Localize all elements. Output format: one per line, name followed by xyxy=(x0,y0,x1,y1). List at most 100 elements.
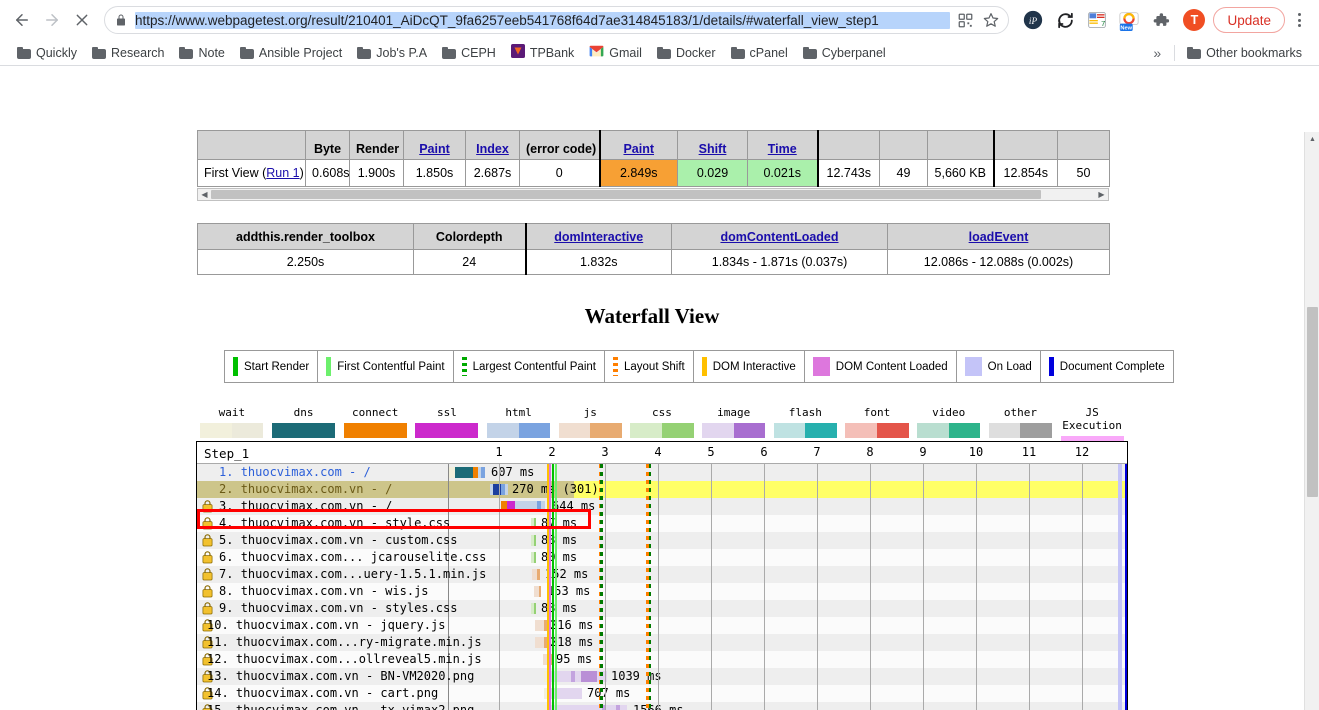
refresh-extension-icon[interactable] xyxy=(1051,6,1079,34)
waterfall-row-9[interactable]: 9. thuocvimax.com.vn - styles.css 83 ms xyxy=(197,600,1127,617)
request-bar[interactable] xyxy=(531,535,536,546)
request-label[interactable]: 11. thuocvimax.com...ry-migrate.min.js xyxy=(197,634,482,651)
request-bar[interactable] xyxy=(531,552,536,563)
legend-item-largest-contentful-paint[interactable]: Largest Contentful Paint xyxy=(454,351,605,382)
request-duration: 607 ms xyxy=(491,465,535,479)
request-bar[interactable] xyxy=(534,586,541,597)
stop-x-icon[interactable] xyxy=(68,6,96,34)
qr-code-icon[interactable] xyxy=(954,9,976,31)
forward-arrow-icon[interactable] xyxy=(38,6,66,34)
scroll-left-arrow-icon[interactable]: ◀ xyxy=(198,190,211,199)
request-bar[interactable] xyxy=(531,518,536,529)
bookmark-ceph[interactable]: CEPH xyxy=(435,44,503,62)
waterfall-row-5[interactable]: 5. thuocvimax.com.vn - custom.css 83 ms xyxy=(197,532,1127,549)
events-header-link[interactable]: domInteractive xyxy=(554,230,643,244)
metrics-table-horizontal-scrollbar[interactable]: ◀ ▶ xyxy=(197,188,1109,201)
three-dot-menu-icon[interactable] xyxy=(1287,6,1311,34)
update-button[interactable]: Update xyxy=(1213,7,1285,33)
request-bar[interactable] xyxy=(449,467,485,478)
events-header-link[interactable]: loadEvent xyxy=(969,230,1029,244)
address-bar[interactable]: https://www.webpagetest.org/result/21040… xyxy=(104,6,1010,34)
request-label[interactable]: 1. thuocvimax.com - / xyxy=(197,464,449,481)
metrics-header-cell-tbt[interactable]: Time xyxy=(747,130,818,160)
metrics-header-link[interactable]: Index xyxy=(476,142,509,156)
bookmark-tpbank[interactable]: TPBank xyxy=(504,42,581,63)
request-label[interactable]: 3. thuocvimax.com.vn - / xyxy=(197,498,449,515)
request-label[interactable]: 9. thuocvimax.com.vn - styles.css xyxy=(197,600,457,617)
request-bar[interactable] xyxy=(501,501,545,512)
waterfall-row-10[interactable]: 10. thuocvimax.com.vn - jquery.js 216 ms xyxy=(197,617,1127,634)
bookmark-quickly[interactable]: Quickly xyxy=(10,44,84,62)
events-header-cell-loadevent[interactable]: loadEvent xyxy=(887,223,1110,250)
metrics-header-link[interactable]: Paint xyxy=(419,142,450,156)
waterfall-row-12[interactable]: 12. thuocvimax.com...ollreveal5.min.js 9… xyxy=(197,651,1127,668)
request-label[interactable]: 13. thuocvimax.com.vn - BN-VM2020.png xyxy=(197,668,474,685)
waterfall-row-6[interactable]: 6. thuocvimax.com... jcarouselite.css 80… xyxy=(197,549,1127,566)
bookmarks-overflow-button[interactable]: » xyxy=(1145,45,1169,61)
request-label[interactable]: 2. thuocvimax.com.vn - / xyxy=(197,481,449,498)
legend-item-dom-interactive[interactable]: DOM Interactive xyxy=(694,351,805,382)
waterfall-row-1[interactable]: 1. thuocvimax.com - / 607 ms xyxy=(197,464,1127,481)
waterfall-row-2[interactable]: 2. thuocvimax.com.vn - / 270 ms (301) xyxy=(197,481,1127,498)
metrics-header-cell-cls[interactable]: Shift xyxy=(677,130,748,160)
bookmark-cpanel[interactable]: cPanel xyxy=(724,44,795,62)
vertical-scroll-thumb[interactable] xyxy=(1307,307,1318,497)
request-bar[interactable] xyxy=(531,603,536,614)
screen-capture-extension-icon[interactable]: New xyxy=(1115,6,1143,34)
request-label[interactable]: 15. thuocvimax.com.vn - tx-vimax2.png xyxy=(197,702,474,710)
request-label[interactable]: 8. thuocvimax.com.vn - wis.js xyxy=(197,583,449,600)
scroll-right-arrow-icon[interactable]: ▶ xyxy=(1095,190,1108,199)
scroll-up-arrow-icon[interactable]: ▲ xyxy=(1305,132,1319,147)
legend-item-on-load[interactable]: On Load xyxy=(957,351,1041,382)
waterfall-row-7[interactable]: 7. thuocvimax.com...uery-1.5.1.min.js 15… xyxy=(197,566,1127,583)
grammar-extension-icon[interactable]: 7 xyxy=(1083,6,1111,34)
legend-item-start-render[interactable]: Start Render xyxy=(225,351,319,382)
bookmark-cyberpanel[interactable]: Cyberpanel xyxy=(796,44,893,62)
legend-item-document-complete[interactable]: Document Complete xyxy=(1041,351,1173,382)
request-label[interactable]: 6. thuocvimax.com... jcarouselite.css xyxy=(197,549,486,566)
events-header-cell-dominteractive[interactable]: domInteractive xyxy=(524,223,672,250)
bookmark-jobs-pa[interactable]: Job's P.A xyxy=(350,44,434,62)
metrics-header-cell-index[interactable]: Index xyxy=(465,130,520,160)
run-1-link[interactable]: Run 1 xyxy=(266,166,299,180)
back-arrow-icon[interactable] xyxy=(8,6,36,34)
legend-item-layout-shift[interactable]: Layout Shift xyxy=(605,351,694,382)
waterfall-row-13[interactable]: 13. thuocvimax.com.vn - BN-VM2020.png 10… xyxy=(197,668,1127,685)
metrics-header-cell-paint[interactable]: Paint xyxy=(403,130,466,160)
bookmark-ansible-project[interactable]: Ansible Project xyxy=(233,44,349,62)
extensions-puzzle-icon[interactable] xyxy=(1147,6,1175,34)
bookmark-research[interactable]: Research xyxy=(85,44,172,62)
page-vertical-scrollbar[interactable]: ▲ ▼ xyxy=(1304,132,1319,710)
metrics-header-link[interactable]: Paint xyxy=(623,142,654,156)
waterfall-row-15[interactable]: 15. thuocvimax.com.vn - tx-vimax2.png 15… xyxy=(197,702,1127,710)
waterfall-chart[interactable]: Step_1 1 2 3 4 5 6 7 8 9 10 11 12 1. thu… xyxy=(196,441,1128,710)
bookmark-note[interactable]: Note xyxy=(172,44,231,62)
bookmark-gmail[interactable]: Gmail xyxy=(582,43,649,62)
metrics-header-cell-lcp[interactable]: Paint xyxy=(598,130,678,160)
request-bar[interactable] xyxy=(532,569,540,580)
bookmark-other-bookmarks[interactable]: Other bookmarks xyxy=(1180,44,1309,62)
request-label[interactable]: 4. thuocvimax.com.vn - style.css xyxy=(197,515,450,532)
bookmark-docker[interactable]: Docker xyxy=(650,44,723,62)
avatar[interactable]: T xyxy=(1183,9,1206,31)
waterfall-row-14[interactable]: 14. thuocvimax.com.vn - cart.png 707 ms xyxy=(197,685,1127,702)
legend-item-dom-content-loaded[interactable]: DOM Content Loaded xyxy=(805,351,957,382)
waterfall-row-8[interactable]: 8. thuocvimax.com.vn - wis.js 153 ms xyxy=(197,583,1127,600)
request-label[interactable]: 14. thuocvimax.com.vn - cart.png xyxy=(197,685,449,702)
waterfall-row-3[interactable]: 3. thuocvimax.com.vn - / 644 ms xyxy=(197,498,1127,515)
request-label[interactable]: 5. thuocvimax.com.vn - custom.css xyxy=(197,532,457,549)
legend-item-first-contentful-paint[interactable]: First Contentful Paint xyxy=(318,351,454,382)
metrics-header-link[interactable]: Time xyxy=(768,142,797,156)
metrics-header-link[interactable]: Shift xyxy=(699,142,727,156)
star-icon[interactable] xyxy=(980,9,1002,31)
request-label[interactable]: 7. thuocvimax.com...uery-1.5.1.min.js xyxy=(197,566,486,583)
ip-extension-icon[interactable]: iP xyxy=(1019,6,1047,34)
request-label[interactable]: 10. thuocvimax.com.vn - jquery.js xyxy=(197,617,449,634)
horizontal-scroll-thumb[interactable] xyxy=(211,190,1041,199)
events-header-cell-domcontentloaded[interactable]: domContentLoaded xyxy=(671,223,888,250)
request-label[interactable]: 12. thuocvimax.com...ollreveal5.min.js xyxy=(197,651,482,668)
url-text[interactable]: https://www.webpagetest.org/result/21040… xyxy=(135,11,951,29)
waterfall-row-4[interactable]: 4. thuocvimax.com.vn - style.css 87 ms xyxy=(197,515,1127,532)
waterfall-row-11[interactable]: 11. thuocvimax.com...ry-migrate.min.js 2… xyxy=(197,634,1127,651)
events-header-link[interactable]: domContentLoaded xyxy=(720,230,838,244)
